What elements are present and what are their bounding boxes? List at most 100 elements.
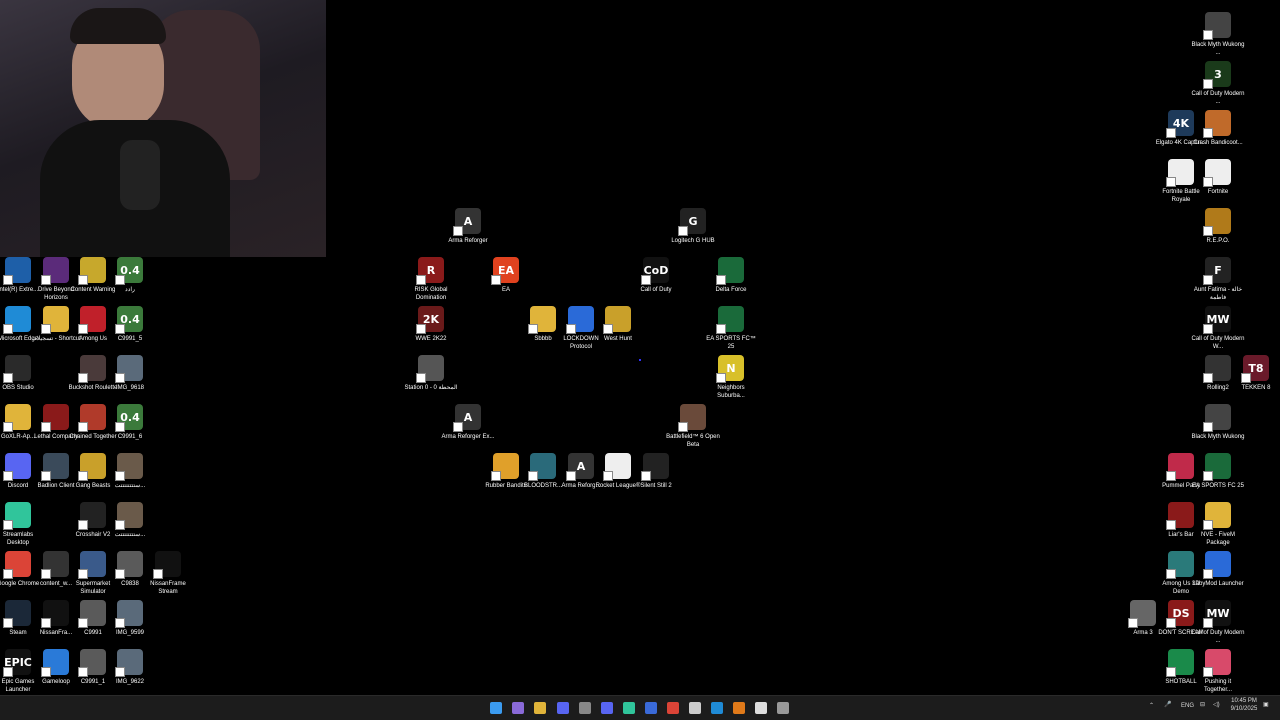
desktop-icon[interactable]: Station 0 - المحطة 0 [404, 355, 458, 392]
desktop-icon[interactable]: EA SPORTS FC™ 25 [704, 306, 758, 351]
desktop-icon[interactable]: OBS Studio [0, 355, 45, 392]
desktop-icon[interactable]: Pushing it Together... [1191, 649, 1245, 694]
app-icon [3, 453, 31, 481]
desktop-icon[interactable]: Black Myth Wukong [1191, 404, 1245, 441]
desktop-icon[interactable]: F Aunt Fatima - خالة فاطمة [1191, 257, 1245, 302]
app-icon [603, 453, 631, 481]
desktop-icon[interactable]: Black Myth Wukong ... [1191, 12, 1245, 57]
desktop-icon[interactable]: EA EA [479, 257, 533, 294]
desktop-icon[interactable]: NissanFrame Stream [141, 551, 195, 596]
shortcut-arrow-icon [1203, 324, 1213, 334]
desktop-icon[interactable]: EA SPORTS FC 25 [1191, 453, 1245, 490]
desktop-icon[interactable]: N Neighbors Suburba... [704, 355, 758, 400]
app-icon: T8 [1241, 355, 1269, 383]
desktop-icon[interactable]: West Hunt [591, 306, 645, 343]
app-icon-glyph: A [463, 214, 473, 228]
edge-icon[interactable] [711, 702, 723, 714]
desktop-icon-label: West Hunt [604, 336, 632, 342]
discord-app-icon[interactable] [601, 702, 613, 714]
windows-start-icon[interactable] [490, 702, 502, 714]
chevron-up-icon[interactable]: ⌃ [1149, 702, 1154, 709]
app-icon: MW [1203, 600, 1231, 628]
desktop-icon[interactable]: T8 TEKKEN 8 [1229, 355, 1280, 392]
shortcut-arrow-icon [491, 471, 501, 481]
shortcut-arrow-icon [153, 569, 163, 579]
desktop-icon[interactable]: NVE - FiveM Package [1191, 502, 1245, 547]
shortcut-arrow-icon [3, 667, 13, 677]
copilot-icon[interactable] [512, 702, 524, 714]
file-explorer-icon[interactable] [534, 702, 546, 714]
desktop-icon[interactable]: A Arma Reforger Ex... [441, 404, 495, 441]
shortcut-arrow-icon [1166, 471, 1176, 481]
notification-icon[interactable]: ▣ [1263, 701, 1269, 708]
desktop-icon[interactable]: R RISK Global Domination [404, 257, 458, 302]
desktop-icon[interactable]: 0.4 C9991_5 [103, 306, 157, 343]
shortcut-arrow-icon [3, 618, 13, 628]
shortcut-arrow-icon [41, 618, 51, 628]
desktop-icon[interactable]: IMG_9599 [103, 600, 157, 637]
desktop-icon[interactable]: Fortnite [1191, 159, 1245, 196]
desktop-icon-label: Call of Duty Modern ... [1191, 91, 1245, 105]
app-icon [1203, 551, 1231, 579]
desktop-icon[interactable]: 0.4 C9991_6 [103, 404, 157, 441]
desktop-icon[interactable]: A Arma Reforger [441, 208, 495, 245]
desktop-icon[interactable]: 0.4 رادد [103, 257, 157, 294]
desktop-icon[interactable]: Streamlabs Desktop [0, 502, 45, 547]
clock-time[interactable]: 10:45 PM [1230, 698, 1258, 704]
settings-icon[interactable] [777, 702, 789, 714]
shortcut-arrow-icon [115, 275, 125, 285]
desktop-icon-label: Arma Reforger Ex... [441, 434, 495, 440]
desktop-icon-label: IMG_9599 [115, 630, 145, 636]
webcam-overlay [0, 0, 326, 257]
shortcut-arrow-icon [1166, 177, 1176, 187]
epic-games-icon[interactable] [689, 702, 701, 714]
desktop-icon[interactable]: ستتتتتتتتت... [103, 453, 157, 490]
shortcut-arrow-icon [528, 324, 538, 334]
desktop-icon-label: R.E.P.O. [1206, 238, 1230, 244]
desktop-icon[interactable]: Battlefield™ 6 Open Beta [666, 404, 720, 449]
shortcut-arrow-icon [115, 618, 125, 628]
desktop-icon[interactable]: Delta Force [704, 257, 758, 294]
desktop-icon[interactable]: IMG_9618 [103, 355, 157, 392]
shortcut-arrow-icon [41, 275, 51, 285]
app-icon [3, 404, 31, 432]
desktop-icon[interactable]: ستتتتتتتتت... [103, 502, 157, 539]
avast-icon[interactable] [733, 702, 745, 714]
desktop-icon[interactable]: G Logitech G HUB [666, 208, 720, 245]
steam-icon[interactable] [645, 702, 657, 714]
clock-date[interactable]: 9/10/2025 [1228, 706, 1260, 712]
discord-icon[interactable] [557, 702, 569, 714]
desktop-icon-label: RISK Global Domination [414, 287, 448, 301]
desktop-icon[interactable]: Silent Still 2 [629, 453, 683, 490]
streamlabs-icon[interactable] [623, 702, 635, 714]
shortcut-arrow-icon [1203, 471, 1213, 481]
desktop-icon-label: NissanFrame Stream [150, 581, 186, 595]
desktop-icon[interactable]: 2K WWE 2K22 [404, 306, 458, 343]
shortcut-arrow-icon [1128, 618, 1138, 628]
shortcut-arrow-icon [1203, 177, 1213, 187]
language-indicator[interactable]: ENG [1181, 703, 1194, 709]
shortcut-arrow-icon [3, 275, 13, 285]
app-icon [3, 551, 31, 579]
network-icon[interactable]: ⊟ [1200, 701, 1205, 708]
shortcut-arrow-icon [78, 422, 88, 432]
desktop-icon-label: Call of Duty Modern W... [1191, 336, 1245, 350]
shortcut-arrow-icon [1166, 569, 1176, 579]
desktop-icon[interactable]: LabyMod Launcher [1191, 551, 1245, 588]
desktop-icon[interactable]: CoD Call of Duty [629, 257, 683, 294]
desktop-icon[interactable]: Crash Bandicoot... [1191, 110, 1245, 147]
crosshair-icon[interactable] [755, 702, 767, 714]
desktop-icon[interactable]: MW Call of Duty Modern W... [1191, 306, 1245, 351]
app-icon [1128, 600, 1156, 628]
desktop-icon[interactable]: IMG_9622 [103, 649, 157, 686]
shortcut-arrow-icon [1166, 128, 1176, 138]
volume-icon[interactable]: ◁) [1213, 701, 1220, 708]
xbox-icon[interactable] [579, 702, 591, 714]
desktop-icon[interactable]: R.E.P.O. [1191, 208, 1245, 245]
desktop-icon-label: IMG_9618 [115, 385, 145, 391]
chrome-icon[interactable] [667, 702, 679, 714]
desktop-icon-label: Silent Still 2 [640, 483, 672, 489]
microphone-icon[interactable]: 🎤 [1164, 701, 1171, 708]
desktop-icon[interactable]: MW Call of Duty Modern ... [1191, 600, 1245, 645]
desktop-icon[interactable]: 3 Call of Duty Modern ... [1191, 61, 1245, 106]
